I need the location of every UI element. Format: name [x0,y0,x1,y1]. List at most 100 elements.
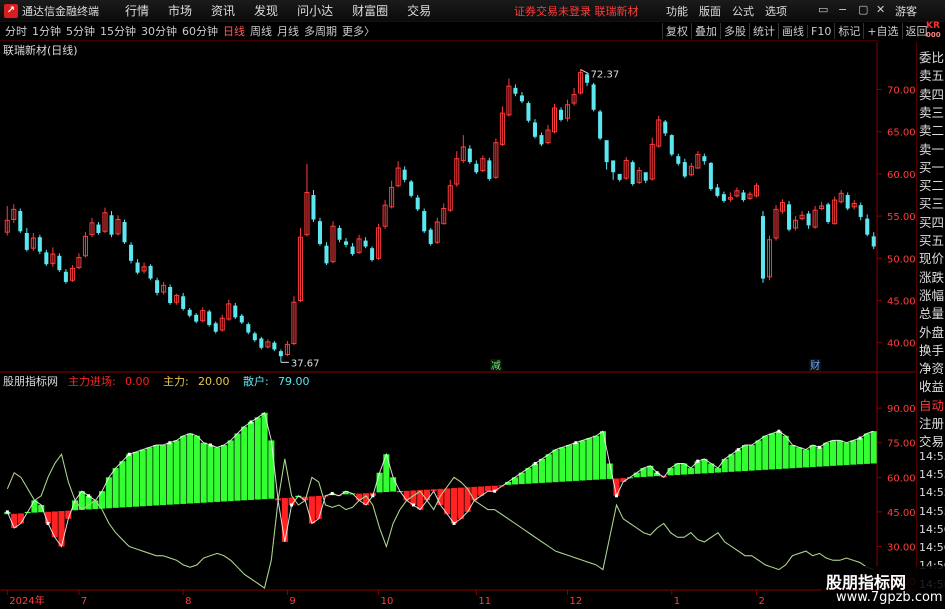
side-panel-item[interactable]: 注册 [919,413,944,432]
series-point [736,448,740,452]
candle-body [611,160,616,173]
legend-label: 散户: [243,374,269,388]
y-tick-label: 60.00 [887,170,916,181]
side-panel-item[interactable]: 卖一 [919,139,944,158]
y-tick-label: 70.00 [887,86,916,97]
side-panel-item[interactable]: 净资 [919,358,944,377]
series-point [371,494,375,498]
chart-title: 联瑞新材(日线) [3,43,78,57]
tab-period[interactable]: 多周期 [304,23,337,39]
candle-body [669,135,674,155]
tab-period[interactable]: 更多〉 [342,23,375,39]
candle-body [702,156,707,162]
close-icon[interactable]: ✕ [876,3,885,16]
menu-item-ask[interactable]: 问小达 [297,2,333,19]
side-panel-item[interactable]: 涨跌 [919,267,944,286]
tool-button[interactable]: 统计 [749,23,778,39]
menu-item-news[interactable]: 资讯 [211,2,235,19]
tab-period[interactable]: 周线 [250,23,272,39]
tab-period-active[interactable]: 日线 [223,23,245,39]
tool-button[interactable]: 多股 [720,23,749,39]
tab-period[interactable]: 60分钟 [182,23,218,39]
tab-period[interactable]: 1分钟 [32,23,61,39]
tool-button[interactable]: +自选 [863,23,901,39]
side-panel-item[interactable]: 14:55 [919,468,945,481]
restore-icon[interactable]: ▢ [858,3,868,16]
event-marker: 减 [491,360,501,372]
side-panel-item[interactable]: 买三 [919,193,944,212]
candle-body [207,311,212,325]
x-tick-label: 1 [674,596,680,607]
candle-body [415,197,420,210]
side-panel-item[interactable]: 卖四 [919,84,944,103]
side-panel-item[interactable]: 外盘 [919,322,944,341]
side-panel-item[interactable]: 买五 [919,230,944,249]
menu-item-discover[interactable]: 发现 [254,2,278,19]
indicator-bar [247,421,255,500]
x-tick-label: 8 [185,596,191,607]
side-panel-item[interactable]: 现价 [919,248,944,267]
indicator-bar [741,445,749,472]
side-panel-item[interactable]: 总量 [919,303,944,322]
side-panel-item[interactable]: 买四 [919,212,944,231]
candle-body [715,187,720,196]
candle-body [239,315,244,323]
quote-side-panel: 委比 卖五 卖四 卖三 卖二 卖一 买一 买二 买三 买四 买五 现价 涨跌 涨幅 总量 外盘 换手 净资 收益 自动… [916,42,945,609]
menu-icon[interactable]: − [838,3,847,16]
side-panel-item[interactable]: 买二 [919,175,944,194]
tool-button[interactable]: F10 [807,24,834,38]
y-tick-label: 30.00 [887,542,916,553]
menu-item-layout[interactable]: 版面 [699,3,721,19]
menu-item-trade[interactable]: 交易 [407,2,431,19]
side-panel-item[interactable]: 14:55 [919,486,945,499]
side-panel-item[interactable]: 14:55 [919,505,945,518]
indicator-bar [484,486,491,492]
side-panel-item[interactable]: 14:55 [919,450,945,463]
menu-item-formula[interactable]: 公式 [732,3,754,19]
side-panel-item[interactable]: 收益 [919,376,944,395]
indicator-bar [735,449,742,472]
side-panel-item[interactable]: 委比 [919,47,944,66]
tool-button[interactable]: 复权 [662,23,691,39]
side-panel-item[interactable]: 卖二 [919,120,944,139]
side-panel-item[interactable]: 涨幅 [919,285,944,304]
price-annotation: 72.37 [591,70,620,81]
tab-period[interactable]: 15分钟 [100,23,136,39]
series-point [168,441,172,445]
menu-item-market[interactable]: 市场 [168,2,192,19]
side-panel-item[interactable]: 卖五 [919,65,944,84]
menu-item-function[interactable]: 功能 [666,3,688,19]
tool-button[interactable]: 画线 [778,23,807,39]
series-point [655,471,659,475]
candle-body [682,162,687,177]
side-panel-item[interactable]: 14:56 [919,541,945,554]
series-point [411,503,415,507]
tool-button[interactable]: 标记 [834,23,863,39]
tab-period[interactable]: 30分钟 [141,23,177,39]
indicator-bar [308,496,315,524]
side-panel-item[interactable]: 交易 [919,431,944,450]
login-status[interactable]: 证券交易未登录 联瑞新材 [514,3,639,19]
tab-period[interactable]: 5分钟 [66,23,95,39]
indicator-bar [687,468,694,475]
side-panel-item[interactable]: 买一 [919,157,944,176]
indicator-bar [843,442,850,466]
chart-area[interactable]: 联瑞新材(日线)40.0045.0050.0055.0060.0065.0070… [0,42,916,609]
indicator-bar [281,497,288,542]
minimize-icon[interactable]: ▭ [818,3,828,16]
guest-user[interactable]: 游客 [895,3,917,19]
side-panel-item[interactable]: 14:56 [919,523,945,536]
menu-item-options[interactable]: 选项 [765,3,787,19]
menu-item-wealth[interactable]: 财富圈 [352,2,388,19]
side-panel-item[interactable]: 自动 [919,395,944,414]
tab-period[interactable]: 月线 [277,23,299,39]
y-tick-label: 45.00 [887,508,916,519]
menu-item-quotes[interactable]: 行情 [125,2,149,19]
candle-body [402,169,407,180]
tab-period[interactable]: 分时 [5,23,27,39]
tool-button[interactable]: 叠加 [691,23,720,39]
indicator-bar [200,442,207,503]
side-panel-item[interactable]: 换手 [919,340,944,359]
candle-body [826,204,831,223]
side-panel-item[interactable]: 卖三 [919,102,944,121]
